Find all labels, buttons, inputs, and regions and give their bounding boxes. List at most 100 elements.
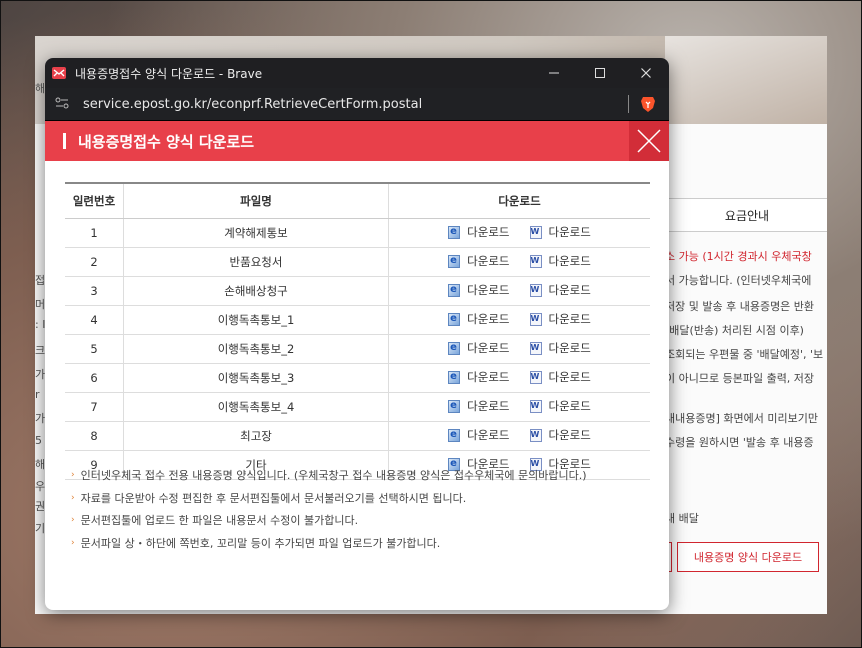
hwp-file-icon	[448, 370, 461, 384]
background-text-fragment: 가	[35, 368, 46, 381]
site-favicon-icon	[51, 65, 67, 81]
download-label[interactable]: 다운로드	[549, 311, 591, 327]
table-row: 7이행독촉통보_4 다운로드 다운로드	[65, 392, 650, 422]
download-link-hwp[interactable]: 다운로드	[448, 369, 510, 385]
header-accent-bar	[63, 133, 66, 149]
background-text-line: 소 가능 (1시간 경과시 우체국창	[665, 250, 812, 263]
row-number: 1	[65, 218, 124, 248]
word-file-icon	[529, 225, 542, 239]
download-link-hwp[interactable]: 다운로드	[448, 398, 510, 414]
hwp-file-icon	[448, 225, 461, 239]
note-item: › 문서파일 상・하단에 쪽번호, 꼬리말 등이 추가되면 파일 업로드가 불가합…	[71, 532, 587, 555]
download-link-doc[interactable]: 다운로드	[529, 224, 591, 240]
download-link-doc[interactable]: 다운로드	[529, 340, 591, 356]
download-label[interactable]: 다운로드	[549, 253, 591, 269]
background-text-line: [배달(반송) 처리된 시점 이후)	[665, 324, 804, 337]
row-number: 6	[65, 363, 124, 393]
download-link-doc[interactable]: 다운로드	[529, 369, 591, 385]
download-label[interactable]: 다운로드	[467, 311, 509, 327]
popup-header: 내용증명접수 양식 다운로드	[45, 121, 669, 161]
background-text-line: 내 배달	[665, 512, 699, 525]
row-filename: 반품요청서	[123, 247, 389, 277]
close-window-button[interactable]	[623, 58, 669, 88]
column-header-filename: 파일명	[123, 182, 389, 219]
download-label[interactable]: 다운로드	[549, 398, 591, 414]
url-text[interactable]: service.epost.go.kr/econprf.RetrieveCert…	[83, 97, 628, 112]
form-download-table: 일련번호 파일명 다운로드 1계약해제통보다운로드다운로드2반품요청서다운로드다…	[65, 182, 650, 480]
table-row: 8최고장 다운로드 다운로드	[65, 421, 650, 451]
background-text-fragment: 우	[35, 480, 46, 493]
download-link-doc[interactable]: 다운로드	[529, 311, 591, 327]
download-link-hwp[interactable]: 다운로드	[448, 224, 510, 240]
download-label[interactable]: 다운로드	[549, 224, 591, 240]
row-downloads: 다운로드 다운로드	[388, 363, 650, 393]
note-text: 문서편집툴에 업로드 한 파일은 내용문서 수정이 불가합니다.	[80, 514, 359, 528]
site-settings-icon[interactable]	[55, 97, 77, 112]
brave-shield-icon[interactable]	[639, 95, 657, 113]
background-banner-image	[665, 36, 827, 124]
note-item: › 인터넷우체국 접수 전용 내용증명 양식입니다. (우체국창구 접수 내용증명…	[71, 464, 587, 487]
bullet-icon: ›	[71, 492, 75, 503]
background-text-fragment: 해	[35, 458, 46, 471]
table-row: 2반품요청서 다운로드 다운로드	[65, 247, 650, 277]
column-header-number: 일련번호	[65, 182, 124, 219]
download-label[interactable]: 다운로드	[467, 427, 509, 443]
hwp-file-icon	[448, 283, 461, 297]
download-label[interactable]: 다운로드	[549, 340, 591, 356]
word-file-icon	[529, 312, 542, 326]
row-number: 2	[65, 247, 124, 277]
download-link-doc[interactable]: 다운로드	[529, 427, 591, 443]
download-label[interactable]: 다운로드	[467, 340, 509, 356]
download-link-hwp[interactable]: 다운로드	[448, 427, 510, 443]
bullet-icon: ›	[71, 537, 75, 548]
table-row: 1계약해제통보 다운로드 다운로드	[65, 218, 650, 248]
download-link-doc[interactable]: 다운로드	[529, 398, 591, 414]
popup-close-button[interactable]	[629, 121, 669, 161]
download-link-hwp[interactable]: 다운로드	[448, 253, 510, 269]
row-downloads: 다운로드 다운로드	[388, 247, 650, 277]
download-label[interactable]: 다운로드	[467, 224, 509, 240]
bullet-icon: ›	[71, 515, 75, 526]
row-filename: 이행독촉통보_2	[123, 334, 389, 364]
download-label[interactable]: 다운로드	[467, 369, 509, 385]
column-header-download: 다운로드	[388, 182, 650, 219]
background-text-line: 조회되는 우편물 중 '배달예정', '보	[665, 348, 824, 361]
maximize-button[interactable]	[577, 58, 623, 88]
download-link-doc[interactable]: 다운로드	[529, 282, 591, 298]
row-number: 4	[65, 305, 124, 335]
background-text-fragment: 기	[35, 522, 46, 535]
hwp-file-icon	[448, 341, 461, 355]
download-link-hwp[interactable]: 다운로드	[448, 282, 510, 298]
minimize-button[interactable]	[531, 58, 577, 88]
download-label[interactable]: 다운로드	[549, 282, 591, 298]
download-label[interactable]: 다운로드	[549, 427, 591, 443]
download-label[interactable]: 다운로드	[467, 253, 509, 269]
bullet-icon: ›	[71, 470, 75, 481]
row-downloads: 다운로드 다운로드	[388, 218, 650, 248]
download-link-doc[interactable]: 다운로드	[529, 253, 591, 269]
download-label[interactable]: 다운로드	[467, 282, 509, 298]
download-link-hwp[interactable]: 다운로드	[448, 311, 510, 327]
window-title: 내용증명접수 양식 다운로드 - Brave	[75, 66, 263, 81]
fee-info-tab[interactable]: 요금안내	[667, 198, 827, 232]
row-number: 8	[65, 421, 124, 451]
word-file-icon	[529, 399, 542, 413]
address-bar: service.epost.go.kr/econprf.RetrieveCert…	[45, 88, 669, 121]
word-file-icon	[529, 283, 542, 297]
word-file-icon	[529, 254, 542, 268]
download-link-hwp[interactable]: 다운로드	[448, 340, 510, 356]
row-filename: 계약해제통보	[123, 218, 389, 248]
download-label[interactable]: 다운로드	[549, 369, 591, 385]
row-filename: 이행독촉통보_3	[123, 363, 389, 393]
background-text-line: 수령을 원하시면 '발송 후 내용증	[665, 436, 814, 449]
background-text-fragment: 가	[35, 412, 46, 425]
form-download-button[interactable]: 내용증명 양식 다운로드	[677, 542, 819, 572]
popup-title: 내용증명접수 양식 다운로드	[78, 132, 255, 151]
background-text-line: 저장 및 발송 후 내용증명은 반환	[665, 300, 815, 313]
row-downloads: 다운로드 다운로드	[388, 334, 650, 364]
hwp-file-icon	[448, 428, 461, 442]
note-item: › 자료를 다운받아 수정 편집한 후 문서편집툴에서 문서불러오기를 선택하시면…	[71, 487, 587, 510]
download-label[interactable]: 다운로드	[467, 398, 509, 414]
background-text-fragment: : I	[35, 318, 46, 331]
row-number: 5	[65, 334, 124, 364]
